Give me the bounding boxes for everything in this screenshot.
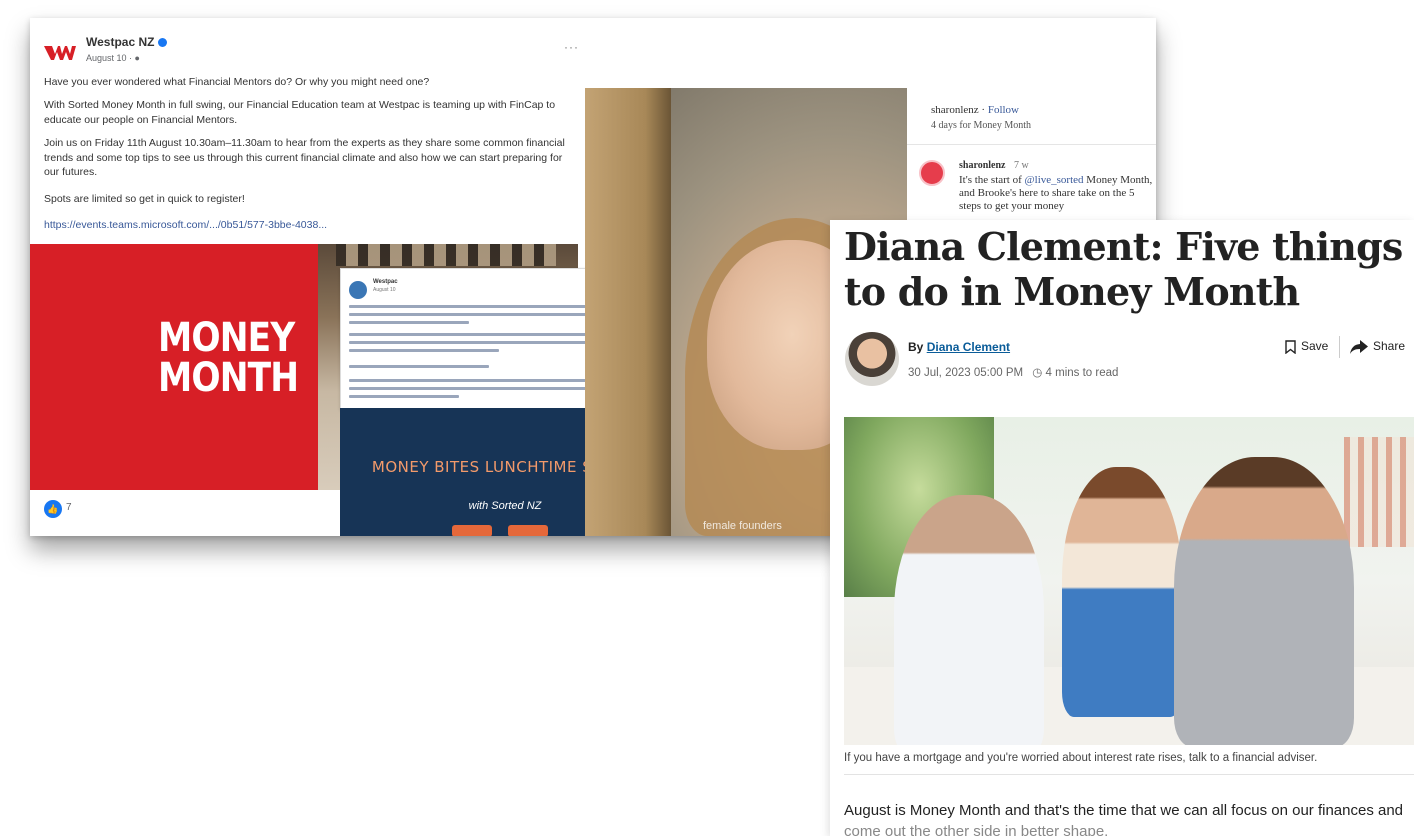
money-month-title: MONEY MONTH — [158, 315, 299, 401]
save-label: Save — [1301, 339, 1329, 353]
verified-badge-icon — [158, 38, 168, 48]
divider — [907, 144, 1156, 145]
article-body: August is Money Month and that's the tim… — [844, 800, 1410, 836]
photo-woman — [1062, 467, 1182, 717]
avatar[interactable] — [919, 160, 945, 186]
mention-link[interactable]: @live_sorted — [1025, 174, 1084, 186]
bookmark-icon — [1285, 340, 1296, 354]
share-label: Share — [1373, 339, 1406, 353]
text-line — [349, 387, 609, 390]
post-paragraph: Spots are limited so get in quick to reg… — [44, 193, 245, 205]
comment-time: 7 w — [1014, 160, 1029, 171]
text-line — [349, 395, 459, 398]
comment-author[interactable]: sharonlenz 7 w — [959, 160, 1029, 171]
post-paragraph: Have you ever wondered what Financial Me… — [44, 76, 430, 88]
comments-subheader: 4 days for Money Month — [931, 120, 1031, 131]
like-reaction-icon[interactable]: 👍 — [44, 500, 62, 518]
photo-adviser — [894, 495, 1044, 745]
banner-button — [508, 525, 548, 536]
body-text: come out the other side in better shape. — [844, 823, 1109, 836]
page-name[interactable]: Westpac NZ — [86, 35, 168, 49]
post-paragraph: Join us on Friday 11th August 10.30am–11… — [44, 137, 565, 178]
divider — [1339, 336, 1340, 358]
save-button[interactable]: Save — [1285, 339, 1328, 354]
text-line — [349, 349, 499, 352]
news-article: Diana Clement: Five things to do in Mone… — [830, 220, 1414, 836]
photo-caption: If you have a mortgage and you're worrie… — [844, 752, 1414, 775]
post-date-text: August 10 · — [86, 53, 135, 63]
share-arrow-icon — [1350, 339, 1368, 354]
reaction-count[interactable]: 7 — [66, 502, 72, 513]
comments-header: sharonlenz · Follow — [931, 104, 1019, 116]
body-text: August is Money Month and that's the tim… — [844, 802, 1404, 819]
video-caption: female founders — [703, 520, 782, 532]
article-headline: Diana Clement: Five things to do in Mone… — [844, 224, 1403, 314]
comment-text: It's the start of @live_sorted Money Mon… — [959, 174, 1156, 213]
video-background-door — [585, 88, 671, 536]
post-paragraph: With Sorted Money Month in full swing, o… — [44, 99, 556, 126]
facebook-post-body: Westpac NZ August 10 · ● ··· Have you ev… — [30, 18, 670, 536]
comment-text-start: It's the start of — [959, 174, 1025, 186]
post-date[interactable]: August 10 · ● — [86, 53, 140, 63]
text-line — [349, 321, 469, 324]
page-name-text: Westpac NZ — [86, 35, 155, 49]
embedded-post-name: Westpac — [373, 279, 398, 285]
byline: By Diana Clement — [908, 340, 1010, 354]
author-avatar[interactable] — [845, 332, 899, 386]
more-options-icon[interactable]: ··· — [564, 40, 579, 54]
registration-link[interactable]: https://events.teams.microsoft.com/.../0… — [44, 218, 574, 233]
globe-icon: ● — [134, 53, 140, 63]
embedded-post-date: August 10 — [373, 287, 396, 293]
share-button[interactable]: Share — [1350, 339, 1405, 354]
username[interactable]: sharonlenz — [931, 104, 979, 116]
article-meta: 30 Jul, 2023 05:00 PM ◷ 4 mins to read — [908, 365, 1118, 379]
photo-bookshelf — [1344, 437, 1414, 547]
read-time: 4 mins to read — [1045, 367, 1119, 379]
byline-label: By — [908, 340, 924, 354]
follow-button[interactable]: Follow — [988, 104, 1019, 116]
publish-date: 30 Jul, 2023 05:00 PM — [908, 367, 1024, 379]
banner-button — [452, 525, 492, 536]
text-line — [349, 365, 489, 368]
article-photo[interactable] — [844, 417, 1414, 745]
avatar — [349, 281, 367, 299]
westpac-logo-icon — [44, 46, 76, 60]
clock-icon: ◷ — [1032, 367, 1043, 379]
photo-man — [1174, 457, 1354, 745]
author-link[interactable]: Diana Clement — [927, 340, 1010, 354]
comment-author-text: sharonlenz — [959, 160, 1006, 171]
